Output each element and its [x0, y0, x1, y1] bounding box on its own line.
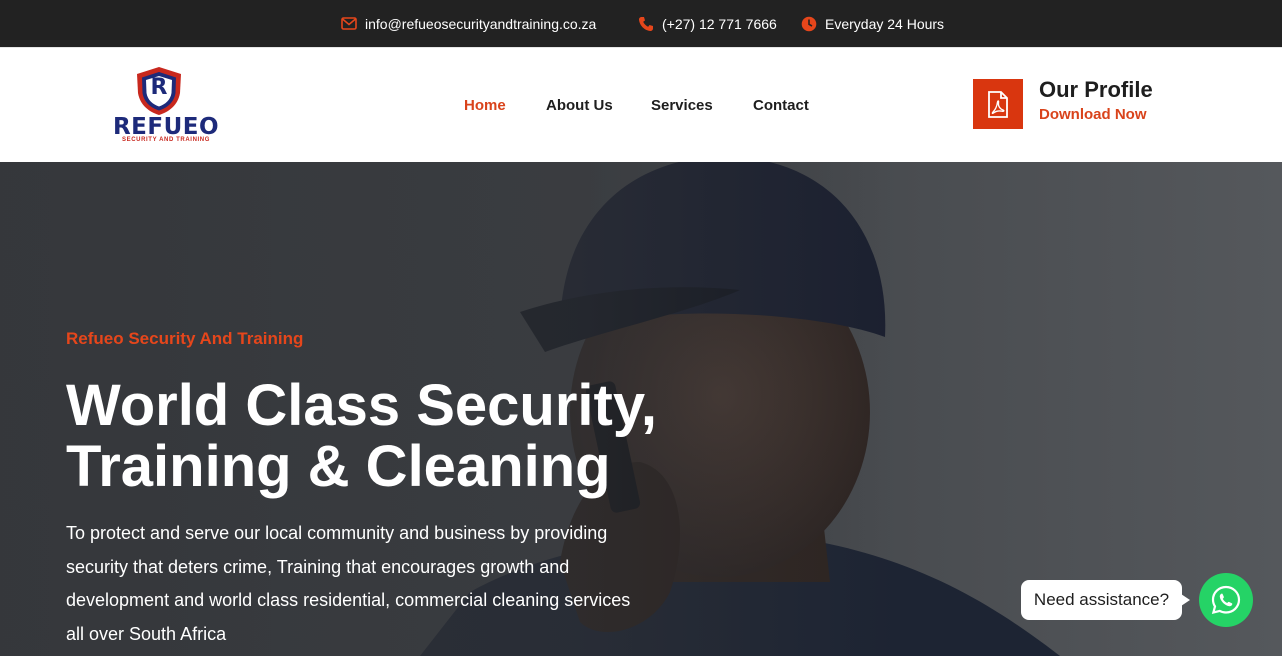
site-header: R REFUEO SECURITY AND TRAINING Home Abou…	[0, 47, 1282, 162]
topbar-email-text[interactable]: info@refueosecurityandtraining.co.za	[365, 16, 596, 32]
nav-home[interactable]: Home	[464, 48, 506, 163]
assistance-bubble-arrow	[1181, 594, 1190, 606]
topbar-phone[interactable]: (+27) 12 771 7666	[638, 0, 777, 47]
whatsapp-chat-button[interactable]	[1199, 573, 1253, 627]
nav-contact[interactable]: Contact	[753, 48, 809, 163]
logo-tagline: SECURITY AND TRAINING	[122, 137, 210, 143]
profile-download-button[interactable]	[973, 79, 1023, 129]
clock-icon	[801, 16, 817, 31]
need-assistance-bubble[interactable]: Need assistance?	[1021, 580, 1182, 620]
topbar-email[interactable]: info@refueosecurityandtraining.co.za	[341, 0, 596, 47]
topbar-hours: Everyday 24 Hours	[801, 0, 944, 47]
pdf-file-icon	[988, 90, 1008, 118]
hero-eyebrow: Refueo Security And Training	[66, 329, 304, 348]
topbar-hours-text: Everyday 24 Hours	[825, 15, 945, 32]
hero-title: World Class Security, Training & Cleanin…	[66, 375, 766, 497]
site-logo[interactable]: R REFUEO SECURITY AND TRAINING	[108, 65, 224, 147]
phone-icon	[639, 16, 653, 31]
hero-title-line1: World Class Security,	[66, 373, 657, 438]
profile-title[interactable]: Our Profile	[1039, 77, 1153, 103]
nav-about-us[interactable]: About Us	[546, 48, 613, 163]
whatsapp-icon	[1211, 585, 1241, 615]
topbar-phone-text[interactable]: (+27) 12 771 7666	[662, 16, 777, 32]
logo-letter: R	[150, 75, 168, 100]
profile-download-link[interactable]: Download Now	[1039, 106, 1147, 124]
hero-description: To protect and serve our local community…	[66, 523, 631, 644]
nav-services[interactable]: Services	[651, 48, 713, 163]
hero-title-line2: Training & Cleaning	[66, 434, 611, 499]
top-contact-bar: info@refueosecurityandtraining.co.za (+2…	[0, 0, 1282, 47]
envelope-icon	[341, 17, 357, 30]
